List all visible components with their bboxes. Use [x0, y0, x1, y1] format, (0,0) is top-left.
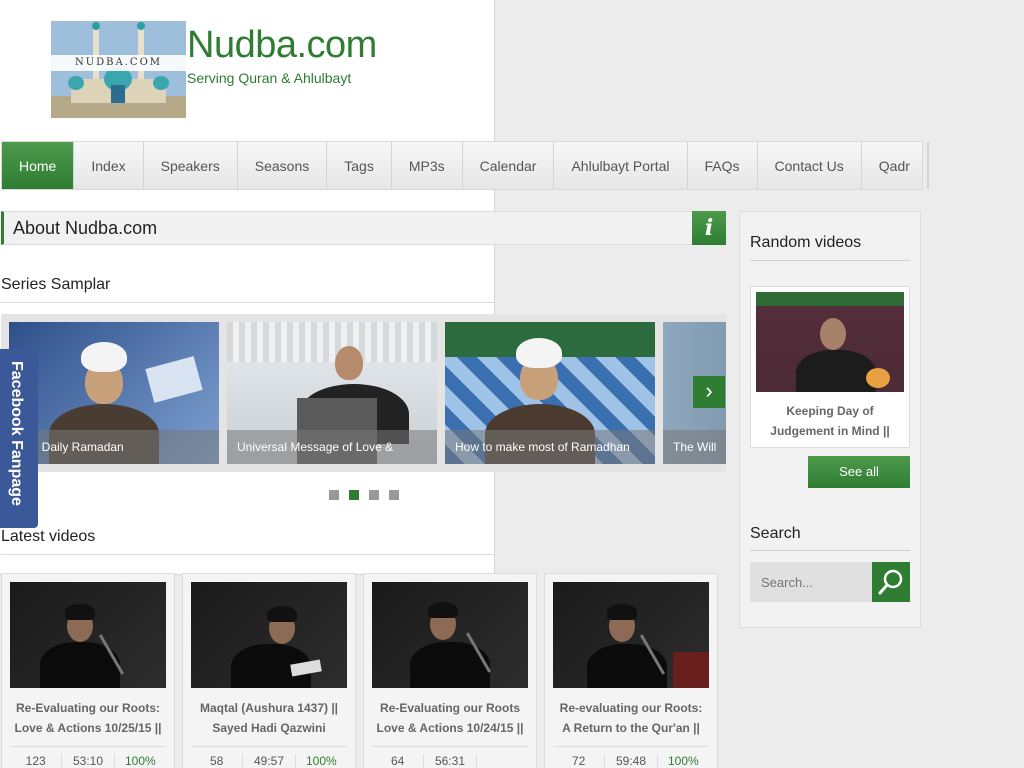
video-title[interactable]: Maqtal (Aushura 1437) || Sayed Hadi Qazwi…	[189, 698, 349, 738]
random-video-thumbnail[interactable]	[756, 292, 904, 392]
slide-caption: The Will	[663, 430, 726, 464]
video-stats: 64 56:31	[372, 754, 528, 768]
slider-dot-2[interactable]	[349, 490, 359, 500]
nav-item-faqs[interactable]: FAQs	[688, 142, 758, 189]
video-title[interactable]: Re-Evaluating our Roots Love & Actions 10…	[370, 698, 530, 738]
slide-3[interactable]: How to make most of Ramadhan	[445, 322, 655, 464]
latest-videos-title: Latest videos	[1, 528, 96, 545]
view-count: 58	[191, 754, 244, 768]
nav-item-speakers[interactable]: Speakers	[144, 142, 238, 189]
slider-dots	[329, 490, 399, 500]
video-thumbnail[interactable]	[553, 582, 709, 688]
main-nav: Home Index Speakers Seasons Tags MP3s Ca…	[1, 141, 929, 190]
site-title[interactable]: Nudba.com	[187, 24, 377, 67]
video-title[interactable]: Re-Evaluating our Roots: Love & Actions 1…	[8, 698, 168, 738]
video-card-2[interactable]: Maqtal (Aushura 1437) || Sayed Hadi Qazwi…	[182, 573, 356, 768]
video-rating: 100%	[305, 754, 337, 768]
slide-caption: How to make most of Ramadhan	[445, 430, 655, 464]
slide-2[interactable]: Universal Message of Love &	[227, 322, 437, 464]
slider-dot-1[interactable]	[329, 490, 339, 500]
video-stats: 72 59:48 100%	[553, 754, 709, 768]
nav-item-contact-us[interactable]: Contact Us	[758, 142, 862, 189]
site-tagline: Serving Quran & Ahlulbayt	[187, 70, 352, 86]
random-videos-rule	[750, 260, 910, 261]
nav-item-seasons[interactable]: Seasons	[238, 142, 328, 189]
slider-next-button[interactable]: ›	[693, 376, 725, 408]
video-card-1[interactable]: Re-Evaluating our Roots: Love & Actions 1…	[1, 573, 175, 768]
about-bar[interactable]: About Nudba.com i	[1, 211, 726, 245]
series-rule	[1, 302, 495, 303]
video-duration: 53:10	[62, 754, 115, 768]
video-duration: 59:48	[605, 754, 658, 768]
view-count: 64	[372, 754, 425, 768]
video-rating	[477, 754, 528, 768]
video-rating: 100%	[124, 754, 156, 768]
search-title: Search	[750, 525, 801, 542]
view-count: 123	[10, 754, 63, 768]
slide-1[interactable]: y 1] Daily Ramadan	[9, 322, 219, 464]
nav-spacer	[927, 142, 929, 189]
search-rule	[750, 550, 910, 551]
nav-item-home[interactable]: Home	[2, 142, 75, 189]
chevron-right-icon: ›	[705, 378, 713, 403]
nav-item-mp3s[interactable]: MP3s	[392, 142, 463, 189]
video-duration: 49:57	[243, 754, 296, 768]
random-video-title[interactable]: Keeping Day of Judgement in Mind ||	[756, 401, 904, 441]
nav-item-calendar[interactable]: Calendar	[463, 142, 555, 189]
video-title[interactable]: Re-evaluating our Roots: A Return to the …	[551, 698, 711, 738]
video-rating: 100%	[667, 754, 699, 768]
search-icon	[878, 569, 903, 595]
logo-text: NUDBA.COM	[51, 55, 186, 71]
video-card-4[interactable]: Re-evaluating our Roots: A Return to the …	[544, 573, 718, 768]
search-input[interactable]	[750, 562, 872, 602]
slide-caption: Universal Message of Love &	[227, 430, 437, 464]
video-stats: 58 49:57 100%	[191, 754, 347, 768]
latest-rule	[1, 554, 495, 555]
sidebar: Random videos Keeping Day of Judgement in…	[739, 211, 921, 628]
nav-item-tags[interactable]: Tags	[327, 142, 392, 189]
video-thumbnail[interactable]	[10, 582, 166, 688]
slide-caption: y 1] Daily Ramadan	[9, 430, 219, 464]
info-icon[interactable]: i	[692, 211, 726, 245]
random-videos-title: Random videos	[750, 234, 862, 251]
search-button[interactable]	[872, 562, 910, 602]
nav-item-ahlulbayt-portal[interactable]: Ahlulbayt Portal	[554, 142, 688, 189]
series-title: Series Samplar	[1, 276, 111, 293]
nav-item-index[interactable]: Index	[74, 142, 144, 189]
slider-dot-3[interactable]	[369, 490, 379, 500]
facebook-fanpage-label: Facebook Fanpage	[8, 361, 25, 506]
series-slider: y 1] Daily Ramadan Universal Message of …	[1, 314, 726, 472]
video-thumbnail[interactable]	[191, 582, 347, 688]
slider-dot-4[interactable]	[389, 490, 399, 500]
about-title: About Nudba.com	[13, 218, 158, 238]
view-count: 72	[553, 754, 606, 768]
facebook-fanpage-tab[interactable]: Facebook Fanpage	[0, 349, 38, 528]
random-video-card[interactable]: Keeping Day of Judgement in Mind ||	[750, 286, 910, 448]
see-all-button[interactable]: See all	[808, 456, 910, 488]
video-stats: 123 53:10 100%	[10, 754, 166, 768]
video-thumbnail[interactable]	[372, 582, 528, 688]
video-card-3[interactable]: Re-Evaluating our Roots Love & Actions 10…	[363, 573, 537, 768]
nav-item-qadr[interactable]: Qadr	[862, 142, 928, 189]
video-duration: 56:31	[424, 754, 477, 768]
site-logo[interactable]: NUDBA.COM	[51, 21, 186, 118]
